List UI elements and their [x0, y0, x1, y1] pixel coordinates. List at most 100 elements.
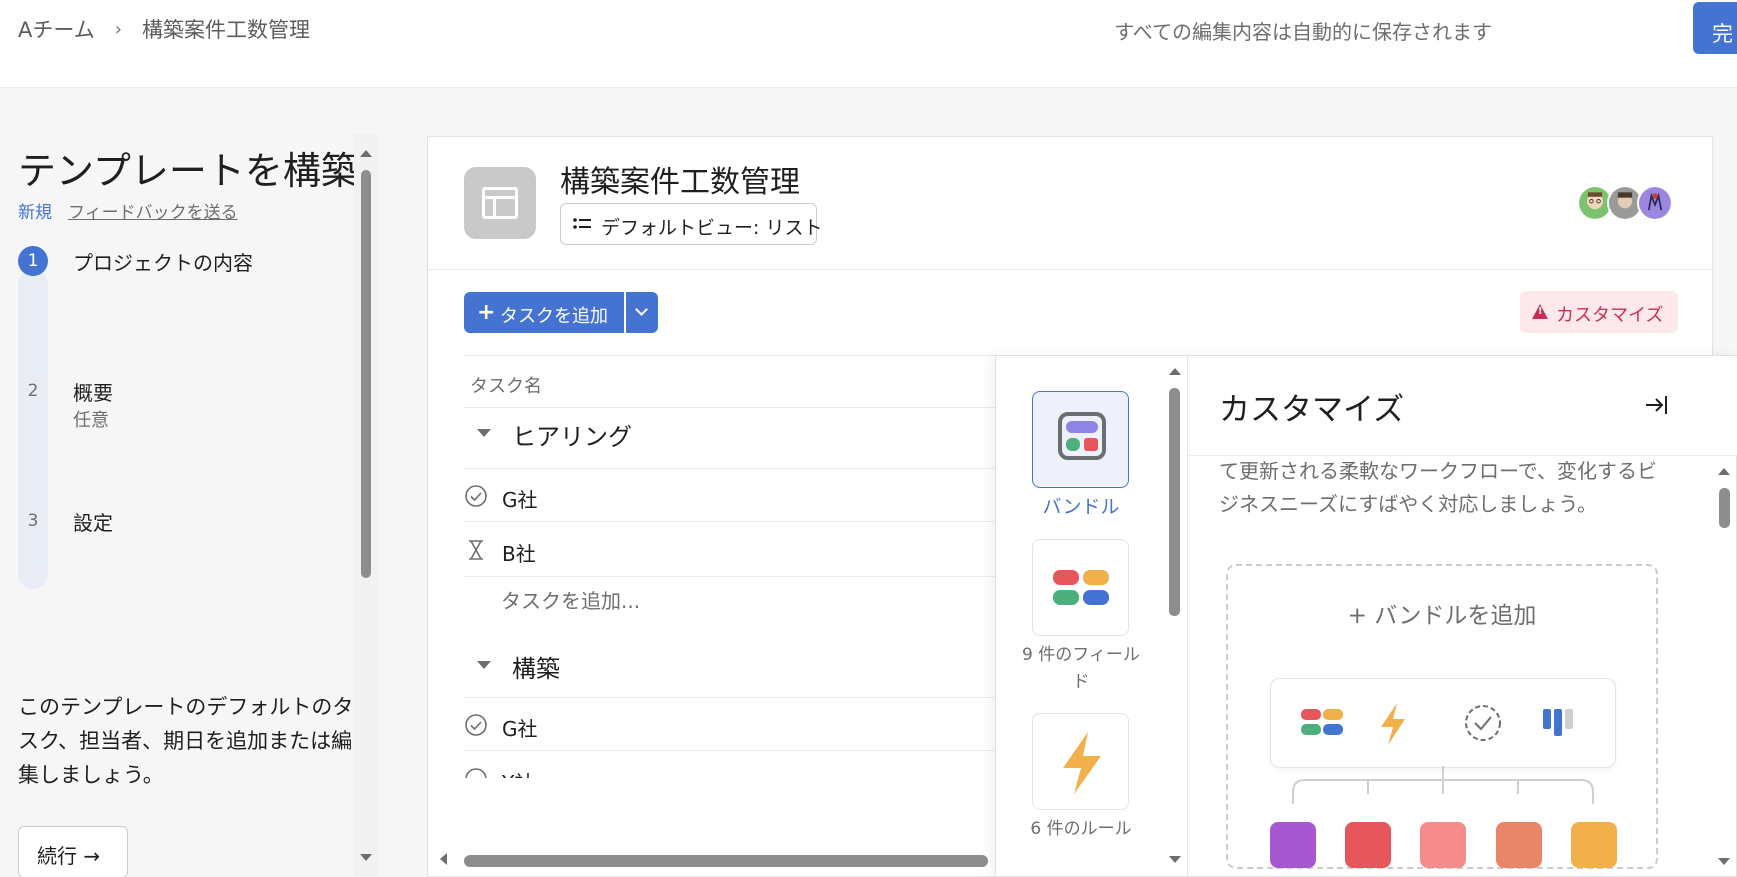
rule-lightning-icon [1063, 732, 1101, 794]
breadcrumb-project: 構築案件工数管理 [141, 18, 310, 42]
feedback-link[interactable]: フィードバックを送る [68, 198, 238, 223]
default-view-label: デフォルトビュー: リスト [601, 217, 823, 239]
avatar[interactable] [1637, 185, 1673, 221]
board-icon [1543, 709, 1573, 736]
wizard-description: このテンプレートのデフォルトのタスク、担当者、期日を追加または編集しましょう。 [18, 695, 354, 787]
add-task-dropdown[interactable] [626, 292, 658, 333]
template-wizard: テンプレートを構築 新規 フィードバックを送る 1 プロジェクトの内容 2 概要… [0, 134, 380, 877]
bundle-tree-lines [1292, 766, 1594, 804]
timeline-tile-icon [1270, 822, 1316, 868]
scroll-up-icon[interactable] [360, 150, 372, 157]
hourglass-icon[interactable] [464, 538, 488, 562]
breadcrumb: Aチーム › 構築案件工数管理 [18, 14, 310, 44]
warning-icon [1532, 304, 1548, 319]
autosave-status: すべての編集内容は自動的に保存されます [1114, 20, 1492, 44]
scroll-thumb[interactable] [1169, 388, 1180, 616]
check-circle-icon[interactable] [464, 767, 488, 778]
task-name: B社 [502, 542, 536, 566]
task-name: G社 [502, 488, 538, 512]
bundle-icon [1058, 412, 1106, 460]
task-row[interactable]: G社 [464, 468, 1024, 522]
rail-fields-label[interactable]: 9 件のフィールド [1016, 642, 1146, 696]
list-tile-icon [1345, 822, 1391, 868]
wizard-scrollbar[interactable] [354, 134, 378, 877]
collapse-triangle-icon[interactable] [477, 429, 491, 437]
check-circle-icon[interactable] [464, 484, 488, 508]
customize-label: カスタマイズ [1556, 305, 1664, 326]
customize-button[interactable]: カスタマイズ [1520, 291, 1678, 333]
rail-rules[interactable] [1032, 713, 1129, 810]
bundle-feature-strip [1270, 678, 1616, 768]
scroll-up-icon[interactable] [1169, 368, 1181, 375]
customize-description: て更新される柔軟なワークフローで、変化するビジネスニーズにすばやく対応しましょう… [1219, 459, 1657, 516]
task-name: Y社 [502, 771, 534, 778]
step-2-number[interactable]: 2 [18, 376, 48, 406]
plus-icon: + [477, 300, 496, 325]
task-row[interactable]: B社 [464, 523, 1024, 577]
customize-title: カスタマイズ [1219, 392, 1405, 428]
feature-icons [1301, 703, 1573, 745]
section-name: 構築 [512, 655, 560, 683]
rail-bundle[interactable] [1032, 391, 1129, 488]
scroll-thumb[interactable] [464, 855, 988, 867]
horizontal-scrollbar[interactable] [428, 850, 988, 870]
list-icon [573, 218, 591, 229]
wizard-title: テンプレートを構築 [18, 149, 359, 193]
breadcrumb-team[interactable]: Aチーム [18, 14, 95, 44]
scroll-up-icon[interactable] [1718, 468, 1730, 475]
task-row[interactable]: G社 [464, 697, 1024, 751]
section-name: ヒアリング [512, 423, 632, 451]
collapse-panel-icon[interactable] [1644, 394, 1668, 416]
task-row[interactable]: Y社 [464, 752, 1024, 778]
top-bar: Aチーム › 構築案件工数管理 すべての編集内容は自動的に保存されます [0, 0, 1737, 88]
chevron-down-icon [635, 303, 648, 316]
section-header[interactable]: 構築 [464, 649, 560, 684]
step-2-label[interactable]: 概要 [73, 377, 113, 406]
collapse-triangle-icon[interactable] [477, 661, 491, 669]
window-icon [482, 187, 518, 219]
project-icon[interactable] [464, 167, 536, 239]
add-task-label: タスクを追加 [500, 306, 608, 327]
step-2-optional: 任意 [73, 410, 109, 431]
step-1-number[interactable]: 1 [18, 246, 48, 276]
done-button[interactable]: 完 [1693, 2, 1737, 54]
scroll-down-icon[interactable] [360, 854, 372, 861]
rail-bundle-label[interactable]: バンドル [1016, 494, 1146, 521]
customize-panel: バンドル 9 件のフィールド 6 件のルール て更新される柔軟なワークフローで、… [995, 355, 1737, 877]
check-circle-icon[interactable] [464, 713, 488, 737]
workflow-tile-icon [1571, 822, 1617, 868]
check-circle-icon [1465, 705, 1501, 741]
customize-scrollbar[interactable] [1712, 456, 1736, 877]
step-1-label[interactable]: プロジェクトの内容 [73, 247, 253, 276]
fields-icon [1053, 570, 1109, 605]
add-bundle-dropzone[interactable]: + バンドルを追加 [1226, 564, 1658, 869]
member-avatars[interactable] [1577, 185, 1673, 221]
scroll-down-icon[interactable] [1718, 858, 1730, 865]
customize-header: カスタマイズ [1189, 356, 1737, 456]
default-view-selector[interactable]: デフォルトビュー: リスト [560, 203, 822, 245]
scroll-down-icon[interactable] [1169, 856, 1181, 863]
section-header[interactable]: ヒアリング [464, 417, 632, 452]
add-task-button[interactable]: + タスクを追加 [464, 292, 624, 333]
step-3-label[interactable]: 設定 [73, 507, 113, 536]
add-task-inline[interactable]: タスクを追加... [501, 585, 640, 614]
rail-fields[interactable] [1032, 539, 1129, 636]
new-badge: 新規 [18, 203, 52, 223]
task-name: G社 [502, 717, 538, 741]
customize-rail: バンドル 9 件のフィールド 6 件のルール [996, 356, 1188, 877]
add-bundle-button[interactable]: + バンドルを追加 [1228, 596, 1656, 630]
fields-icon [1301, 709, 1343, 735]
rail-rules-label[interactable]: 6 件のルール [1016, 816, 1146, 843]
step-track [18, 269, 48, 589]
project-title[interactable]: 構築案件工数管理 [560, 157, 800, 201]
scroll-thumb[interactable] [1719, 488, 1730, 528]
calendar-tile-icon [1420, 822, 1466, 868]
scroll-left-icon[interactable] [440, 853, 447, 865]
lightning-icon [1381, 703, 1405, 745]
step-3-number[interactable]: 3 [18, 506, 48, 536]
continue-button[interactable]: 続行 → [18, 826, 128, 877]
rail-scrollbar[interactable] [1164, 356, 1186, 877]
scroll-thumb[interactable] [361, 170, 371, 578]
card-divider [428, 269, 1714, 270]
breadcrumb-separator-icon: › [114, 18, 122, 40]
